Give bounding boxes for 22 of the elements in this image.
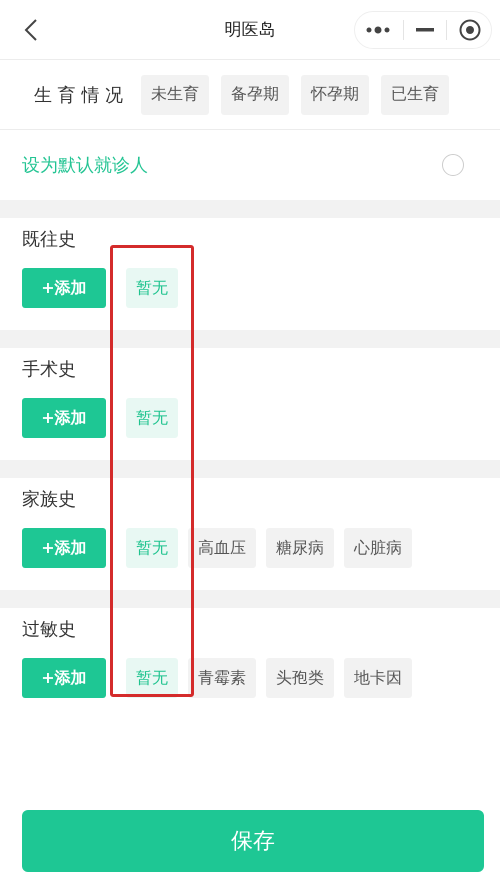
close-icon[interactable]: [459, 18, 481, 40]
history-tag[interactable]: 糖尿病: [266, 528, 334, 568]
history-tag[interactable]: 高血压: [188, 528, 256, 568]
history-tag[interactable]: 头孢类: [266, 658, 334, 698]
section-title: 过敏史: [22, 618, 77, 642]
history-tag[interactable]: 地卡因: [344, 658, 412, 698]
section-title: 手术史: [22, 358, 77, 382]
default-patient-label: 设为默认就诊人: [22, 154, 148, 177]
fertility-option[interactable]: 已生育: [381, 74, 450, 114]
more-icon[interactable]: [365, 24, 391, 34]
fertility-option[interactable]: 未生育: [141, 74, 210, 114]
section-title: 家族史: [22, 488, 77, 512]
fertility-option[interactable]: 怀孕期: [301, 74, 370, 114]
back-icon[interactable]: [24, 18, 38, 40]
radio-button[interactable]: [442, 154, 464, 176]
section-title: 既往史: [22, 228, 77, 252]
fertility-label: 生 育 情 况: [34, 84, 124, 106]
page-title: 明医岛: [224, 19, 276, 41]
history-tag[interactable]: 青霉素: [188, 658, 256, 698]
history-tag[interactable]: 心脏病: [344, 528, 412, 568]
minimize-icon[interactable]: [416, 28, 434, 32]
fertility-option[interactable]: 备孕期: [221, 74, 290, 114]
